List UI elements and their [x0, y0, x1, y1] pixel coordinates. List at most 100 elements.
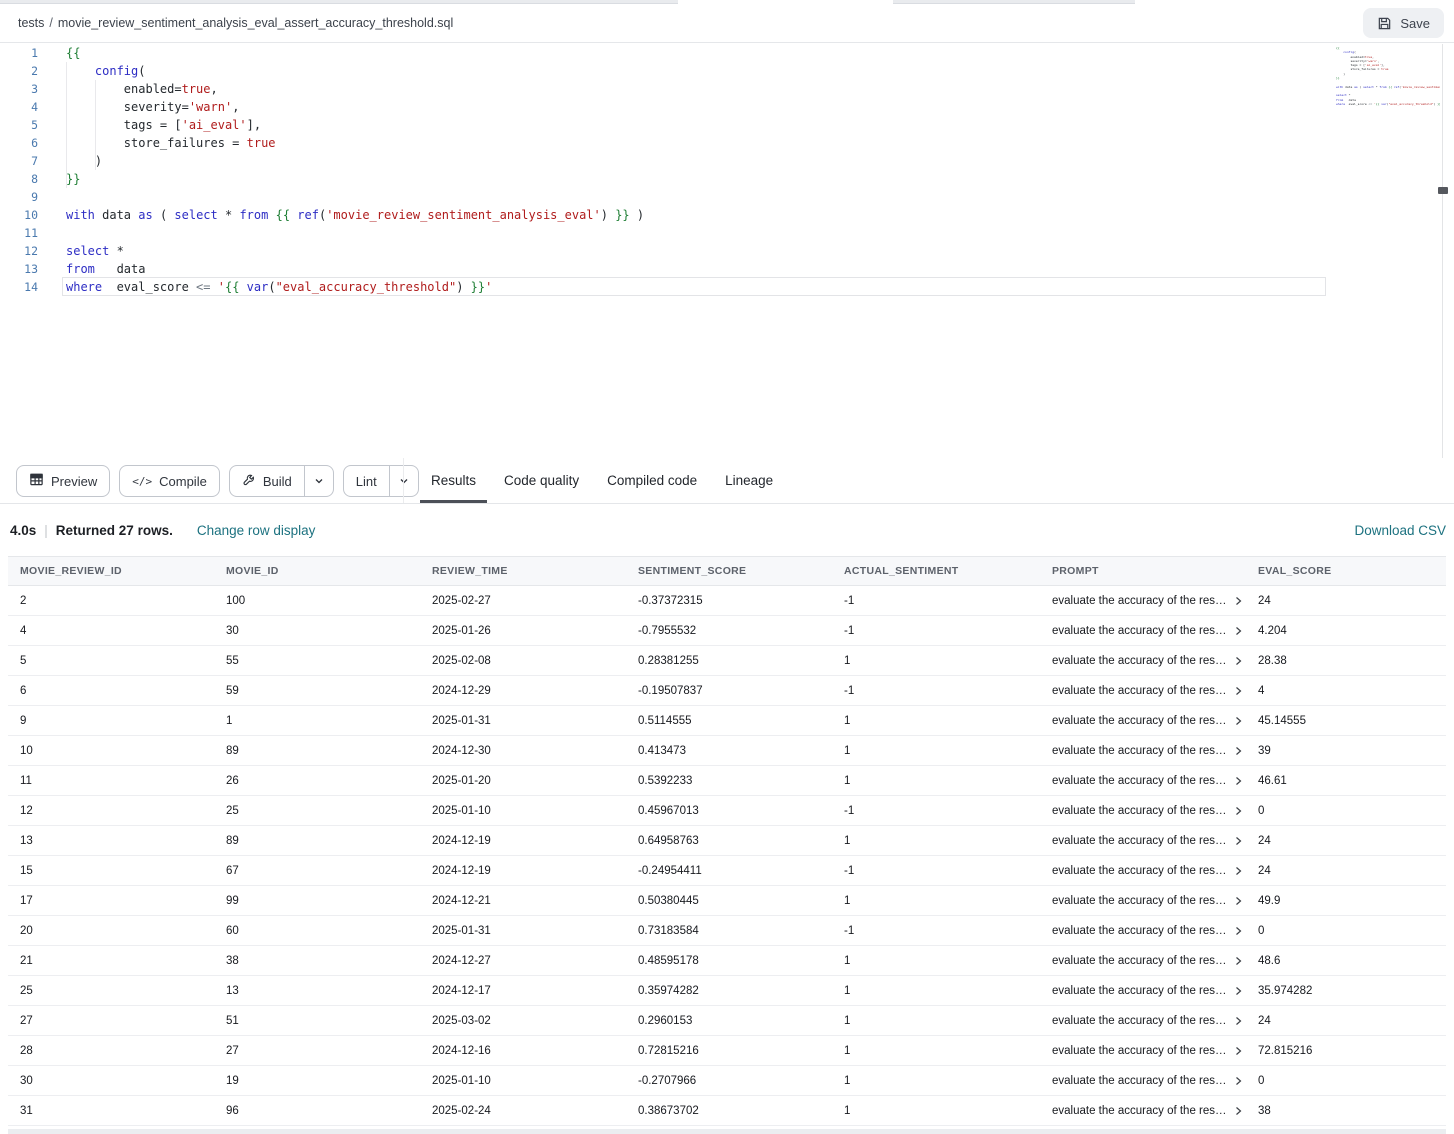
code-line[interactable]: 3 enabled=true, [0, 80, 1454, 98]
code-line[interactable]: 7 ) [0, 152, 1454, 170]
save-button[interactable]: Save [1363, 8, 1444, 38]
table-cell: 0.38673702 [626, 1105, 832, 1117]
line-number: 11 [0, 224, 38, 242]
table-cell: 10 [8, 745, 214, 757]
compile-button[interactable]: </> Compile [119, 465, 220, 497]
code-line[interactable]: 13from data [0, 260, 1454, 278]
code-line[interactable]: 9 [0, 188, 1454, 206]
table-cell: 1 [832, 1105, 1040, 1117]
table-cell: 1 [832, 1075, 1040, 1087]
table-row: 30192025-01-10-0.27079661evaluate the ac… [8, 1066, 1446, 1096]
table-row: 31962025-02-240.386737021evaluate the ac… [8, 1096, 1446, 1126]
minimap[interactable]: {{ config( enabled=true, severity='warn'… [1336, 46, 1440, 116]
prompt-expand-button[interactable] [1233, 1046, 1243, 1056]
code-line[interactable]: 11 [0, 224, 1454, 242]
prompt-expand-button[interactable] [1233, 776, 1243, 786]
prompt-expand-button[interactable] [1233, 686, 1243, 696]
table-cell: 2024-12-16 [420, 1045, 626, 1057]
table-cell: 0.48595178 [626, 955, 832, 967]
build-button[interactable]: Build [229, 465, 334, 497]
expand-chevron-icon [1233, 896, 1243, 906]
table-cell: 67 [214, 865, 420, 877]
prompt-expand-button[interactable] [1233, 926, 1243, 936]
results-tabs: Results Code quality Compiled code Linea… [420, 458, 790, 503]
table-row: 27512025-03-020.29601531evaluate the acc… [8, 1006, 1446, 1036]
table-cell: 2025-02-24 [420, 1105, 626, 1117]
prompt-text: evaluate the accuracy of the res… [1052, 655, 1227, 667]
editor-scrollbar-handle[interactable] [1438, 187, 1448, 194]
preview-button[interactable]: Preview [16, 465, 110, 497]
table-cell: 12 [8, 805, 214, 817]
prompt-expand-button[interactable] [1233, 806, 1243, 816]
table-cell: -1 [832, 625, 1040, 637]
table-cell: 0.64958763 [626, 835, 832, 847]
table-cell: 55 [214, 655, 420, 667]
code-line[interactable]: 10with data as ( select * from {{ ref('m… [0, 206, 1454, 224]
prompt-expand-button[interactable] [1233, 1016, 1243, 1026]
table-cell: 89 [214, 745, 420, 757]
prompt-text: evaluate the accuracy of the res… [1052, 625, 1227, 637]
eval-score-cell: 0 [1246, 925, 1446, 937]
line-number: 10 [0, 206, 38, 224]
table-row: 20602025-01-310.73183584-1evaluate the a… [8, 916, 1446, 946]
table-row: 912025-01-310.51145551evaluate the accur… [8, 706, 1446, 736]
line-number: 7 [0, 152, 38, 170]
prompt-expand-button[interactable] [1233, 1076, 1243, 1086]
table-cell: -0.37372315 [626, 595, 832, 607]
code-line[interactable]: 14where eval_score <= '{{ var("eval_accu… [0, 278, 1454, 296]
prompt-cell: evaluate the accuracy of the res… [1040, 595, 1246, 607]
change-row-display-link[interactable]: Change row display [197, 523, 316, 538]
lint-button[interactable]: Lint [343, 465, 419, 497]
eval-score-cell: 45.14555 [1246, 715, 1446, 727]
table-cell: 51 [214, 1015, 420, 1027]
table-cell: 19 [214, 1075, 420, 1087]
table-cell: -1 [832, 865, 1040, 877]
code-line[interactable]: 1{{ [0, 44, 1454, 62]
tab-code-quality[interactable]: Code quality [493, 458, 590, 503]
expand-chevron-icon [1233, 956, 1243, 966]
minimap-line: where eval_score <= '{{ var("eval_accura… [1336, 102, 1440, 106]
prompt-expand-button[interactable] [1233, 896, 1243, 906]
table-cell: -0.7955532 [626, 625, 832, 637]
expand-chevron-icon [1233, 806, 1243, 816]
column-header: MOVIE_REVIEW_ID [8, 565, 214, 577]
tab-lineage[interactable]: Lineage [714, 458, 784, 503]
prompt-expand-button[interactable] [1233, 866, 1243, 876]
code-line[interactable]: 6 store_failures = true [0, 134, 1454, 152]
table-cell: 2024-12-17 [420, 985, 626, 997]
prompt-expand-button[interactable] [1233, 596, 1243, 606]
table-cell: 38 [214, 955, 420, 967]
prompt-expand-button[interactable] [1233, 986, 1243, 996]
table-hscrollbar-track[interactable] [8, 1129, 1446, 1134]
table-cell: 1 [832, 775, 1040, 787]
code-line[interactable]: 2 config( [0, 62, 1454, 80]
expand-chevron-icon [1233, 656, 1243, 666]
download-csv-link[interactable]: Download CSV [1354, 504, 1446, 556]
prompt-expand-button[interactable] [1233, 716, 1243, 726]
tab-compiled-code[interactable]: Compiled code [596, 458, 708, 503]
prompt-expand-button[interactable] [1233, 1106, 1243, 1116]
table-cell: 1 [832, 1015, 1040, 1027]
tab-results[interactable]: Results [420, 458, 487, 503]
table-cell: 100 [214, 595, 420, 607]
table-cell: 30 [214, 625, 420, 637]
column-header: ACTUAL_SENTIMENT [832, 565, 1040, 577]
table-cell: 0.73183584 [626, 925, 832, 937]
prompt-expand-button[interactable] [1233, 836, 1243, 846]
code-editor[interactable]: 1{{2 config(3 enabled=true,4 severity='w… [0, 44, 1454, 458]
table-cell: -1 [832, 595, 1040, 607]
code-line[interactable]: 5 tags = ['ai_eval'], [0, 116, 1454, 134]
prompt-expand-button[interactable] [1233, 956, 1243, 966]
code-line[interactable]: 4 severity='warn', [0, 98, 1454, 116]
build-dropdown-toggle[interactable] [304, 466, 333, 496]
table-cell: 60 [214, 925, 420, 937]
code-line[interactable]: 12select * [0, 242, 1454, 260]
breadcrumb-filename: movie_review_sentiment_analysis_eval_ass… [58, 16, 453, 30]
prompt-expand-button[interactable] [1233, 746, 1243, 756]
prompt-expand-button[interactable] [1233, 656, 1243, 666]
eval-score-cell: 24 [1246, 835, 1446, 847]
prompt-expand-button[interactable] [1233, 626, 1243, 636]
code-line[interactable]: 8}} [0, 170, 1454, 188]
breadcrumb-root[interactable]: tests [18, 16, 44, 30]
table-cell: 0.2960153 [626, 1015, 832, 1027]
